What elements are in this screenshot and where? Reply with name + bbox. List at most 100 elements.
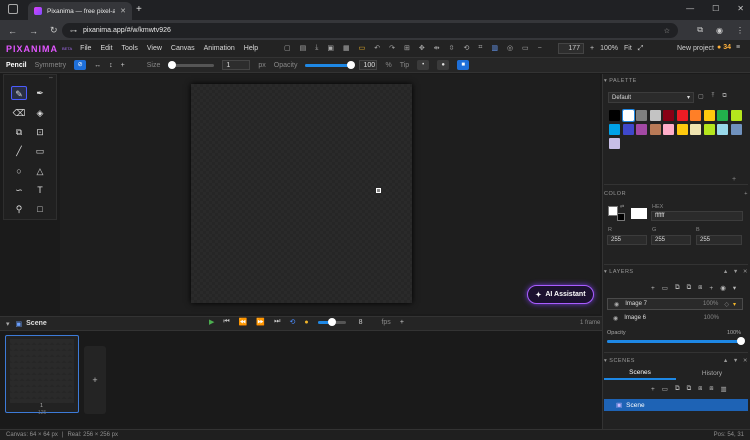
- move-icon[interactable]: ✥: [419, 44, 425, 52]
- color-add-icon[interactable]: +: [744, 191, 748, 197]
- zoom-in-icon[interactable]: +: [590, 45, 594, 52]
- palette-swatch[interactable]: [663, 124, 674, 135]
- tip-small-button[interactable]: •: [417, 60, 430, 70]
- close-window-icon[interactable]: ✕: [737, 4, 744, 13]
- minimize-icon[interactable]: —: [686, 4, 694, 13]
- move-tool-icon[interactable]: ⊡: [32, 125, 48, 139]
- layer-blend-icon[interactable]: ▾: [733, 301, 736, 308]
- scenes-header[interactable]: ▾ SCENES ▲ ▼ ✕: [604, 356, 748, 366]
- tab-scenes[interactable]: Scenes: [604, 368, 676, 380]
- layers-header[interactable]: ▾ LAYERS ▲ ▼ ✕: [604, 267, 748, 277]
- layer-opacity-slider[interactable]: [607, 337, 745, 345]
- layer-delete-icon[interactable]: ✕: [743, 269, 748, 275]
- add-layer-icon[interactable]: +: [651, 285, 655, 292]
- new-tab-icon[interactable]: +: [136, 4, 142, 15]
- collapse-timeline-icon[interactable]: ▾: [6, 320, 10, 328]
- eyedropper-tool-icon[interactable]: ⚲: [11, 202, 27, 216]
- export-icon[interactable]: ▣: [327, 44, 334, 52]
- palette-swatch[interactable]: [663, 110, 674, 121]
- flip-v-icon[interactable]: ⇳: [449, 44, 455, 52]
- fps-slider[interactable]: [317, 318, 346, 326]
- address-bar[interactable]: ⊶ pixanima.app/#/w/kmwtv926 ☆: [62, 23, 678, 38]
- opacity-slider[interactable]: [305, 60, 356, 69]
- size-slider[interactable]: [168, 60, 215, 69]
- palette-copy-icon[interactable]: ⧉: [722, 93, 726, 100]
- palette-swatch[interactable]: [636, 124, 647, 135]
- palette-header[interactable]: ▾ PALETTE: [604, 76, 748, 86]
- layer-folder-icon[interactable]: ▭: [662, 284, 668, 292]
- maximize-icon[interactable]: ☐: [712, 4, 719, 13]
- loop-icon[interactable]: ⟲: [289, 318, 295, 326]
- tip-square-button[interactable]: ■: [457, 60, 470, 70]
- palette-swatch[interactable]: [730, 124, 742, 135]
- add-color-icon[interactable]: +: [732, 176, 736, 183]
- undo-icon[interactable]: ↶: [374, 44, 380, 52]
- panel-collapse-icon[interactable]: ⇔: [48, 75, 54, 81]
- coin-counter[interactable]: ● 34: [717, 44, 731, 51]
- preview-icon[interactable]: ▭: [522, 44, 529, 52]
- line-tool-icon[interactable]: ╱: [11, 144, 27, 158]
- ai-assistant-button[interactable]: ✦ AI Assistant: [527, 285, 594, 304]
- tip-medium-button[interactable]: ●: [437, 60, 450, 70]
- duplicate-layer-icon[interactable]: ⧉: [675, 284, 680, 292]
- duplicate-scene-icon[interactable]: ⧉: [675, 385, 680, 393]
- flip-h-icon[interactable]: ⇹: [434, 44, 440, 52]
- menu-canvas[interactable]: Canvas: [171, 45, 195, 52]
- add-scene-icon[interactable]: +: [651, 386, 655, 393]
- palette-swatch[interactable]: [649, 124, 661, 135]
- chat-icon[interactable]: ▭: [359, 44, 366, 52]
- size-input[interactable]: 1: [222, 60, 251, 70]
- download-icon[interactable]: ⤓: [315, 44, 318, 52]
- close-tab-icon[interactable]: ✕: [120, 7, 126, 15]
- eye-icon[interactable]: ◉: [614, 301, 619, 308]
- opacity-slider-knob[interactable]: [347, 60, 356, 69]
- palette-swatch[interactable]: [621, 109, 635, 122]
- menu-tools[interactable]: Tools: [122, 45, 138, 52]
- pencil-tool-icon[interactable]: ✎: [11, 86, 27, 100]
- fill-bucket-tool-icon[interactable]: ◈: [32, 106, 48, 120]
- scene-delete-icon[interactable]: ✕: [743, 358, 748, 364]
- flatten-icon[interactable]: ⧈: [698, 284, 702, 292]
- layer-opacity-knob[interactable]: [737, 337, 745, 345]
- add-frame-icon[interactable]: +: [400, 319, 404, 326]
- zoom-percent[interactable]: 100%: [600, 45, 618, 52]
- crop-icon[interactable]: ⌗: [478, 44, 482, 52]
- scene-folder-icon[interactable]: ▭: [662, 385, 668, 393]
- open-icon[interactable]: ▤: [300, 44, 307, 52]
- palette-swatch[interactable]: [609, 124, 620, 135]
- play-icon[interactable]: ▶: [209, 318, 214, 326]
- frame-thumbnail[interactable]: 1 125: [5, 335, 79, 416]
- curve-tool-icon[interactable]: ∽: [11, 183, 27, 197]
- frame-duration[interactable]: 125: [38, 410, 46, 416]
- layers-icon[interactable]: ▥: [491, 44, 498, 52]
- rectangle-tool-icon[interactable]: ▭: [32, 144, 48, 158]
- back-icon[interactable]: ←: [8, 26, 17, 36]
- pixel-canvas[interactable]: [191, 84, 412, 303]
- frame-tool-icon[interactable]: □: [32, 202, 48, 216]
- eraser-tool-icon[interactable]: ⌫: [11, 106, 27, 120]
- new-project-button[interactable]: New project: [677, 45, 714, 52]
- merge-layer-icon[interactable]: ⧉: [687, 284, 692, 292]
- palette-swatch[interactable]: [717, 124, 728, 135]
- scene-up-icon[interactable]: ▲: [723, 358, 729, 364]
- swap-colors-icon[interactable]: ⇄: [620, 204, 624, 210]
- onion-skin-icon[interactable]: ●: [304, 319, 308, 326]
- scene-list-item[interactable]: ▣ Scene: [604, 399, 748, 411]
- palette-swatch[interactable]: [649, 110, 661, 121]
- layer-lock-icon[interactable]: ◇: [724, 301, 729, 308]
- triangle-tool-icon[interactable]: △: [32, 164, 48, 178]
- add-frame-button[interactable]: +: [84, 346, 106, 414]
- palette-swatch[interactable]: [676, 110, 688, 121]
- g-input[interactable]: 255: [651, 235, 691, 245]
- last-frame-icon[interactable]: ⏭: [274, 318, 280, 326]
- ellipse-tool-icon[interactable]: ○: [11, 164, 27, 178]
- r-input[interactable]: 255: [607, 235, 647, 245]
- symmetry-both-icon[interactable]: +: [121, 62, 125, 69]
- forward-icon[interactable]: →: [29, 26, 38, 36]
- opacity-input[interactable]: 100: [359, 60, 378, 70]
- palette-new-icon[interactable]: ▢: [698, 93, 704, 100]
- extensions-icon[interactable]: ⧉: [697, 25, 703, 35]
- palette-swatch[interactable]: [703, 124, 715, 135]
- reload-icon[interactable]: ↻: [50, 25, 58, 36]
- layer-visibility-all-icon[interactable]: ◉: [720, 284, 726, 292]
